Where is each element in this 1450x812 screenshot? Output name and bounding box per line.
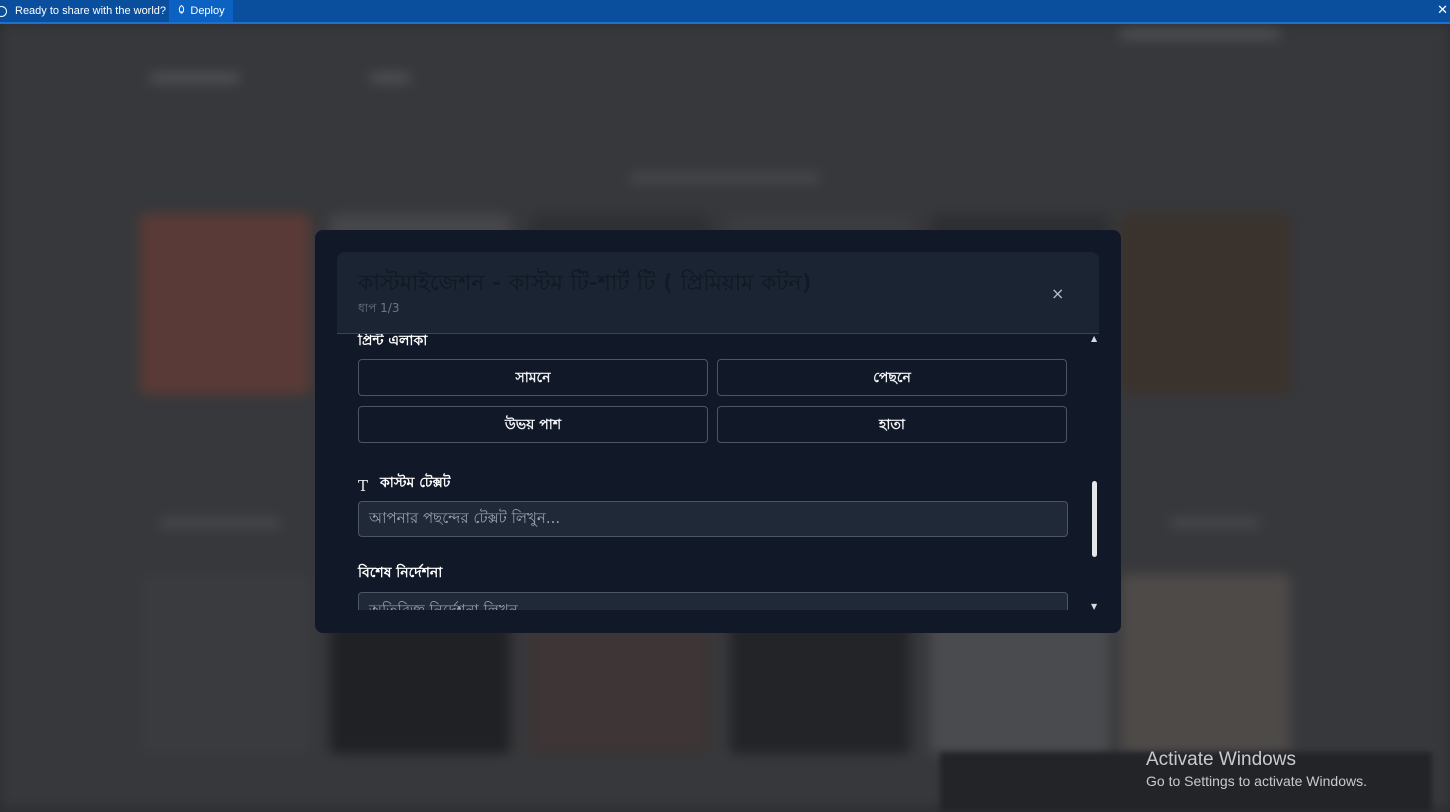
deploy-prompt-text: Ready to share with the world? <box>15 5 167 17</box>
close-bar-icon[interactable]: ✕ <box>1437 3 1448 17</box>
special-instructions-label: বিশেষ নির্দেশনা <box>358 565 443 581</box>
print-area-sleeve-button[interactable]: হাতা <box>717 406 1067 443</box>
print-area-back-button[interactable]: পেছনে <box>717 359 1067 396</box>
customization-modal: কাস্টমাইজেশন - কাস্টম টি-শার্ট টি ( প্রি… <box>315 230 1121 633</box>
status-ring-icon <box>0 5 7 17</box>
print-area-front-button[interactable]: সামনে <box>358 359 708 396</box>
deploy-label: Deploy <box>190 5 225 17</box>
close-icon[interactable]: × <box>1051 284 1064 303</box>
modal-header: কাস্টমাইজেশন - কাস্টম টি-শার্ট টি ( প্রি… <box>337 252 1099 334</box>
print-area-both-button[interactable]: উভয় পাশ <box>358 406 708 443</box>
special-instructions-textarea[interactable]: অতিরিক্ত নির্দেশনা লিখুন <box>358 592 1068 610</box>
deploy-prompt: Ready to share with the world? <box>0 0 166 22</box>
activate-windows-watermark: Activate Windows Go to Settings to activ… <box>1146 749 1367 789</box>
custom-text-label: কাস্টম টেক্সট <box>380 475 451 491</box>
modal-scrollbar[interactable] <box>1085 334 1099 610</box>
custom-text-input[interactable]: আপনার পছন্দের টেক্সট লিখুন... <box>358 501 1068 537</box>
text-icon: T <box>358 477 369 495</box>
rocket-icon <box>177 4 186 18</box>
print-area-label: প্রিন্ট এলাকা <box>358 334 428 349</box>
watermark-title: Activate Windows <box>1146 749 1296 770</box>
deploy-button[interactable]: Deploy <box>169 0 233 22</box>
watermark-subtitle: Go to Settings to activate Windows. <box>1146 773 1367 789</box>
step-indicator: ধাপ 1/3 <box>358 301 400 315</box>
deploy-bar: Ready to share with the world? Deploy ✕ <box>0 0 1450 24</box>
modal-body[interactable]: প্রিন্ট এলাকা সামনে পেছনে উভয় পাশ হাতা … <box>337 334 1099 610</box>
scroll-up-icon[interactable]: ▲ <box>1091 334 1097 343</box>
modal-title: কাস্টমাইজেশন - কাস্টম টি-শার্ট টি ( প্রি… <box>358 271 812 296</box>
scroll-down-icon[interactable]: ▼ <box>1091 602 1097 611</box>
scrollbar-thumb[interactable] <box>1092 481 1097 557</box>
